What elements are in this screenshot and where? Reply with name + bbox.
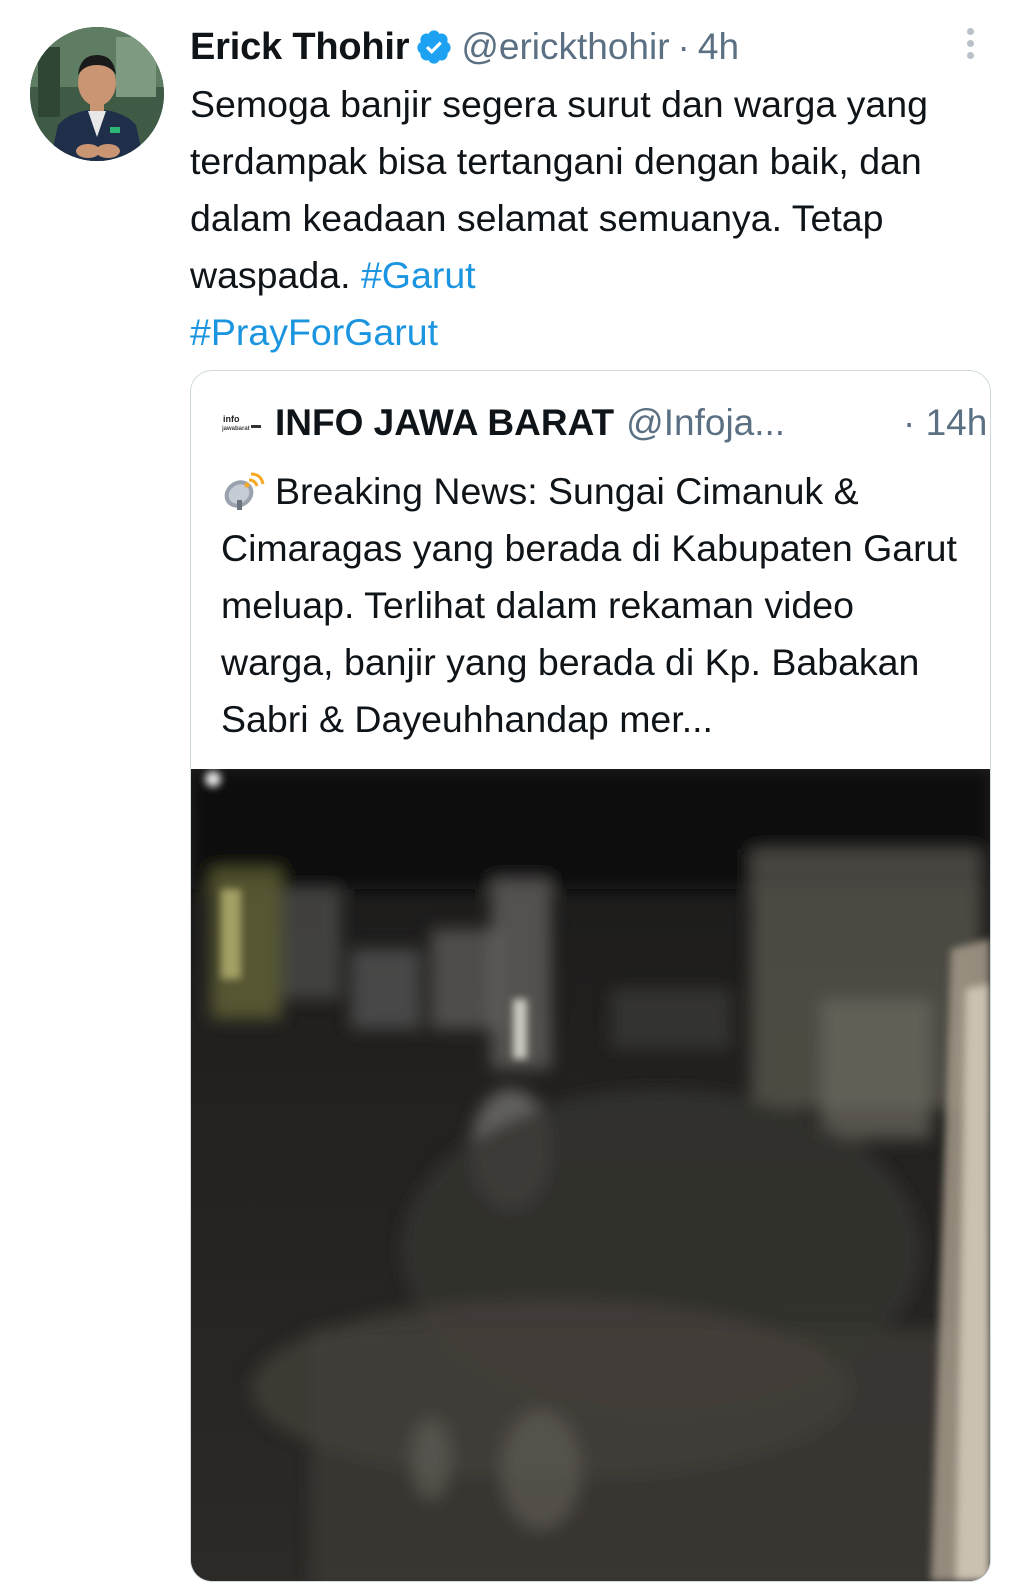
quoted-header-separator: ·	[903, 402, 916, 443]
author-avatar[interactable]	[30, 27, 164, 161]
hashtag-prayforgarut[interactable]: #PrayForGarut	[190, 311, 438, 353]
quoted-tweet-text: Breaking News: Sungai Cimanuk & Cimaraga…	[221, 463, 971, 748]
profile-photo	[30, 27, 164, 161]
svg-text:jawabarat: jawabarat	[221, 426, 250, 432]
vertical-ellipsis-icon[interactable]	[958, 28, 982, 64]
header-separator: ·	[677, 26, 690, 67]
author-display-name[interactable]: Erick Thohir	[190, 26, 410, 69]
tweet[interactable]: Erick Thohir @erickthohir · 4h Semoga ba…	[0, 0, 1024, 1582]
hashtag-garut[interactable]: #Garut	[361, 254, 476, 296]
tweet-text: Semoga banjir segera surut dan warga yan…	[190, 76, 990, 361]
quoted-author-display-name[interactable]: INFO JAWA BARAT	[275, 402, 614, 444]
verified-badge-icon	[415, 28, 453, 66]
quoted-tweet[interactable]: info jawabarat INFO JAWA BARAT @Infoja..…	[190, 370, 991, 1582]
quoted-tweet-text-content: Breaking News: Sungai Cimanuk & Cimaraga…	[221, 470, 957, 740]
tweet-text-plain: Semoga banjir segera surut dan warga yan…	[190, 83, 928, 296]
quoted-tweet-header: info jawabarat INFO JAWA BARAT @Infoja..…	[221, 395, 987, 451]
satellite-antenna-icon	[221, 469, 265, 510]
tweet-header: Erick Thohir @erickthohir · 4h	[190, 22, 739, 72]
quoted-author-handle[interactable]: @Infoja...	[626, 402, 785, 444]
video-thumbnail[interactable]	[191, 769, 990, 1581]
infojawabarat-logo: info jawabarat	[221, 413, 263, 433]
quoted-time-value: 14h	[925, 402, 988, 443]
svg-text:info: info	[223, 414, 240, 424]
tweet-timestamp[interactable]: 4h	[698, 26, 739, 68]
author-handle[interactable]: @erickthohir	[461, 26, 669, 68]
quoted-tweet-timestamp[interactable]: · 14h	[903, 402, 987, 444]
